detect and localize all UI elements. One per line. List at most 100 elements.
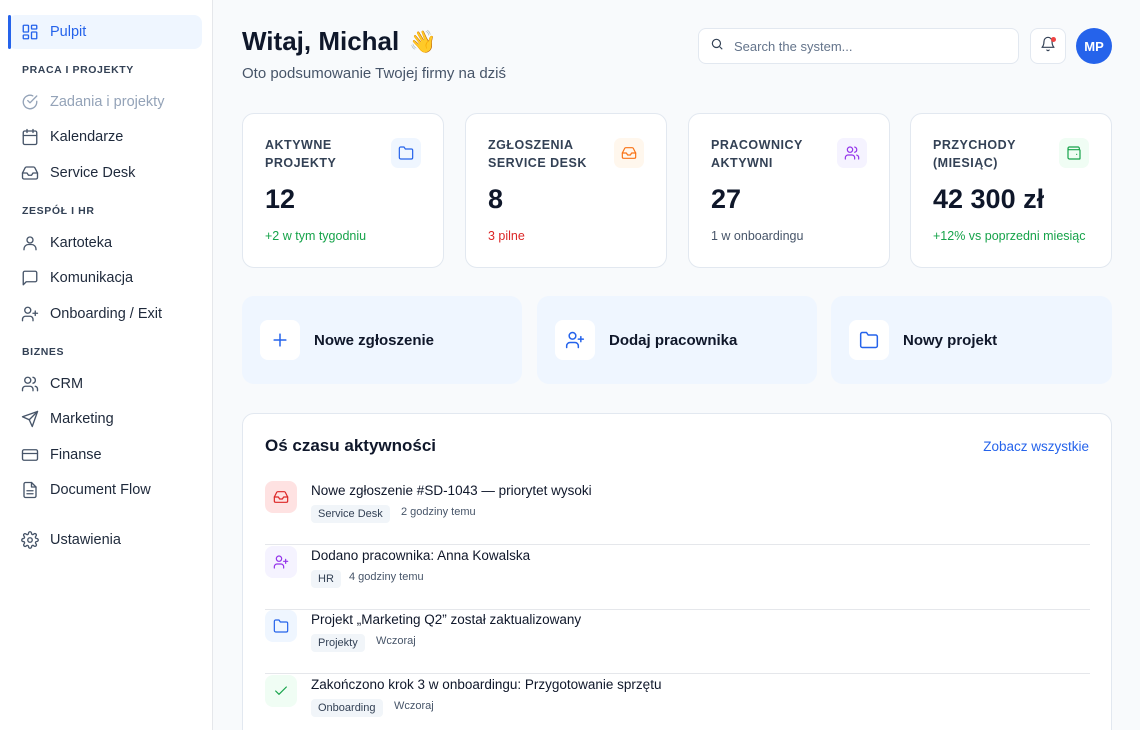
stat-card-projects: Aktywne projekty 12 +2 w tym tygodniu <box>242 113 444 268</box>
stat-card-employees: Pracownicy aktywni 27 1 w onboardingu <box>688 113 890 268</box>
plus-icon <box>260 320 300 360</box>
check-circle-icon <box>21 93 39 111</box>
action-label: Nowy projekt <box>903 331 998 349</box>
inbox-icon <box>21 164 39 182</box>
stat-label: Przychody (miesiąc) <box>933 138 1016 170</box>
sidebar-item-label: Ustawienia <box>50 532 121 548</box>
greeting-text: Witaj, Michal <box>242 26 400 56</box>
user-plus-icon <box>555 320 595 360</box>
wallet-icon <box>1059 138 1089 168</box>
sidebar-item-calendars[interactable]: Kalendarze <box>8 120 202 154</box>
send-icon <box>21 410 39 428</box>
stat-card-revenue: Przychody (miesiąc) 42 300 zł +12% vs po… <box>910 113 1112 268</box>
file-text-icon <box>21 481 39 499</box>
stat-value: 8 <box>488 184 504 214</box>
stat-value: 27 <box>711 184 742 214</box>
page-subtitle: Oto podsumowanie Twojej firmy na dziś <box>242 65 507 82</box>
action-label: Dodaj pracownika <box>609 331 738 349</box>
search-input[interactable] <box>734 38 994 54</box>
avatar[interactable]: MP <box>1076 28 1112 64</box>
user-plus-icon <box>265 546 297 578</box>
activity-timeline: Oś czasu aktywności Zobacz wszystkie Now… <box>242 413 1112 730</box>
inbox-icon <box>265 481 297 513</box>
sidebar-item-label: Document Flow <box>50 482 151 498</box>
sidebar-item-docflow[interactable]: Document Flow <box>8 473 202 507</box>
timeline-item[interactable]: Nowe zgłoszenie #SD-1043 — priorytet wys… <box>265 481 1090 545</box>
stat-foot: 1 w onboardingu <box>711 229 804 243</box>
users-icon <box>837 138 867 168</box>
sidebar-item-label: Finanse <box>50 447 102 463</box>
sidebar-item-records[interactable]: Kartoteka <box>8 226 202 260</box>
sidebar-item-label: Onboarding / Exit <box>50 306 163 322</box>
stat-label: Pracownicy aktywni <box>711 138 803 170</box>
stat-foot: 3 pilne <box>488 229 525 243</box>
stat-foot: +12% vs poprzedni miesiąc <box>933 229 1086 243</box>
sidebar-section-business: BIZNES <box>22 346 65 358</box>
sidebar-item-label: Kalendarze <box>50 129 124 145</box>
sidebar-item-label: Pulpit <box>50 24 87 40</box>
timeline-tag: Onboarding <box>311 699 383 717</box>
timeline-time: Wczoraj <box>394 700 434 712</box>
timeline-tag: HR <box>311 570 341 588</box>
sidebar-item-servicedesk[interactable]: Service Desk <box>8 156 202 190</box>
see-all-link[interactable]: Zobacz wszystkie <box>983 439 1089 454</box>
page-title: Witaj, Michal 👋 <box>242 26 437 57</box>
user-icon <box>21 234 39 252</box>
sidebar-section-work: PRACA I PROJEKTY <box>22 64 134 76</box>
sidebar-item-label: Komunikacja <box>50 270 134 286</box>
stat-foot: +2 w tym tygodniu <box>265 229 367 243</box>
new-ticket-button[interactable]: Nowe zgłoszenie <box>242 296 522 384</box>
user-plus-icon <box>21 305 39 323</box>
folder-icon <box>849 320 889 360</box>
sidebar-item-label: Zadania i projekty <box>50 94 165 110</box>
timeline-title: Oś czasu aktywności <box>265 436 437 455</box>
sidebar-item-label: Kartoteka <box>50 235 113 251</box>
add-employee-button[interactable]: Dodaj pracownika <box>537 296 817 384</box>
sidebar-item-settings[interactable]: Ustawienia <box>8 523 202 557</box>
timeline-tag: Service Desk <box>311 505 390 523</box>
calendar-icon <box>21 128 39 146</box>
timeline-time: 4 godziny temu <box>349 571 424 583</box>
sidebar-item-label: Marketing <box>50 411 114 427</box>
action-label: Nowe zgłoszenie <box>314 331 435 349</box>
sidebar-item-finance[interactable]: Finanse <box>8 438 202 472</box>
sidebar-item-crm[interactable]: CRM <box>8 367 202 401</box>
timeline-item-text: Dodano pracownika: Anna Kowalska <box>311 548 531 563</box>
timeline-tag: Projekty <box>311 634 365 652</box>
sidebar-item-marketing[interactable]: Marketing <box>8 402 202 436</box>
gear-icon <box>21 531 39 549</box>
sidebar-section-team: ZESPÓŁ I HR <box>22 205 95 217</box>
timeline-time: 2 godziny temu <box>401 506 476 518</box>
stat-value: 12 <box>265 184 296 214</box>
timeline-item[interactable]: Dodano pracownika: Anna Kowalska HR 4 go… <box>265 546 1090 610</box>
folder-icon <box>391 138 421 168</box>
sidebar-item-dashboard[interactable]: Pulpit <box>8 15 202 49</box>
stat-card-tickets: Zgłoszenia Service Desk 8 3 pilne <box>465 113 667 268</box>
timeline-item-text: Projekt „Marketing Q2” został zaktualizo… <box>311 612 582 627</box>
stat-value: 42 300 zł <box>933 184 1045 214</box>
new-project-button[interactable]: Nowy projekt <box>831 296 1112 384</box>
check-icon <box>265 675 297 707</box>
sidebar-item-label: CRM <box>50 376 84 392</box>
sidebar-item-tasks[interactable]: Zadania i projekty <box>8 85 202 119</box>
search-box <box>698 28 1019 64</box>
notifications-button[interactable] <box>1030 28 1066 64</box>
timeline-item[interactable]: Projekt „Marketing Q2” został zaktualizo… <box>265 610 1090 674</box>
search-icon <box>710 37 724 56</box>
credit-card-icon <box>21 446 39 464</box>
stat-label: Aktywne projekty <box>265 138 337 170</box>
sidebar-item-onboarding[interactable]: Onboarding / Exit <box>8 297 202 331</box>
timeline-item[interactable]: Zakończono krok 3 w onboardingu: Przygot… <box>265 675 1090 730</box>
dashboard-icon <box>21 23 39 41</box>
folder-icon <box>265 610 297 642</box>
sidebar-item-communication[interactable]: Komunikacja <box>8 261 202 295</box>
sidebar: Pulpit PRACA I PROJEKTY Zadania i projek… <box>0 0 213 730</box>
timeline-item-text: Nowe zgłoszenie #SD-1043 — priorytet wys… <box>311 483 592 498</box>
wave-emoji-icon: 👋 <box>409 28 437 54</box>
inbox-icon <box>614 138 644 168</box>
message-icon <box>21 269 39 287</box>
sidebar-item-label: Service Desk <box>50 165 136 181</box>
timeline-time: Wczoraj <box>376 635 416 647</box>
notification-dot <box>1051 37 1056 42</box>
users-icon <box>21 375 39 393</box>
